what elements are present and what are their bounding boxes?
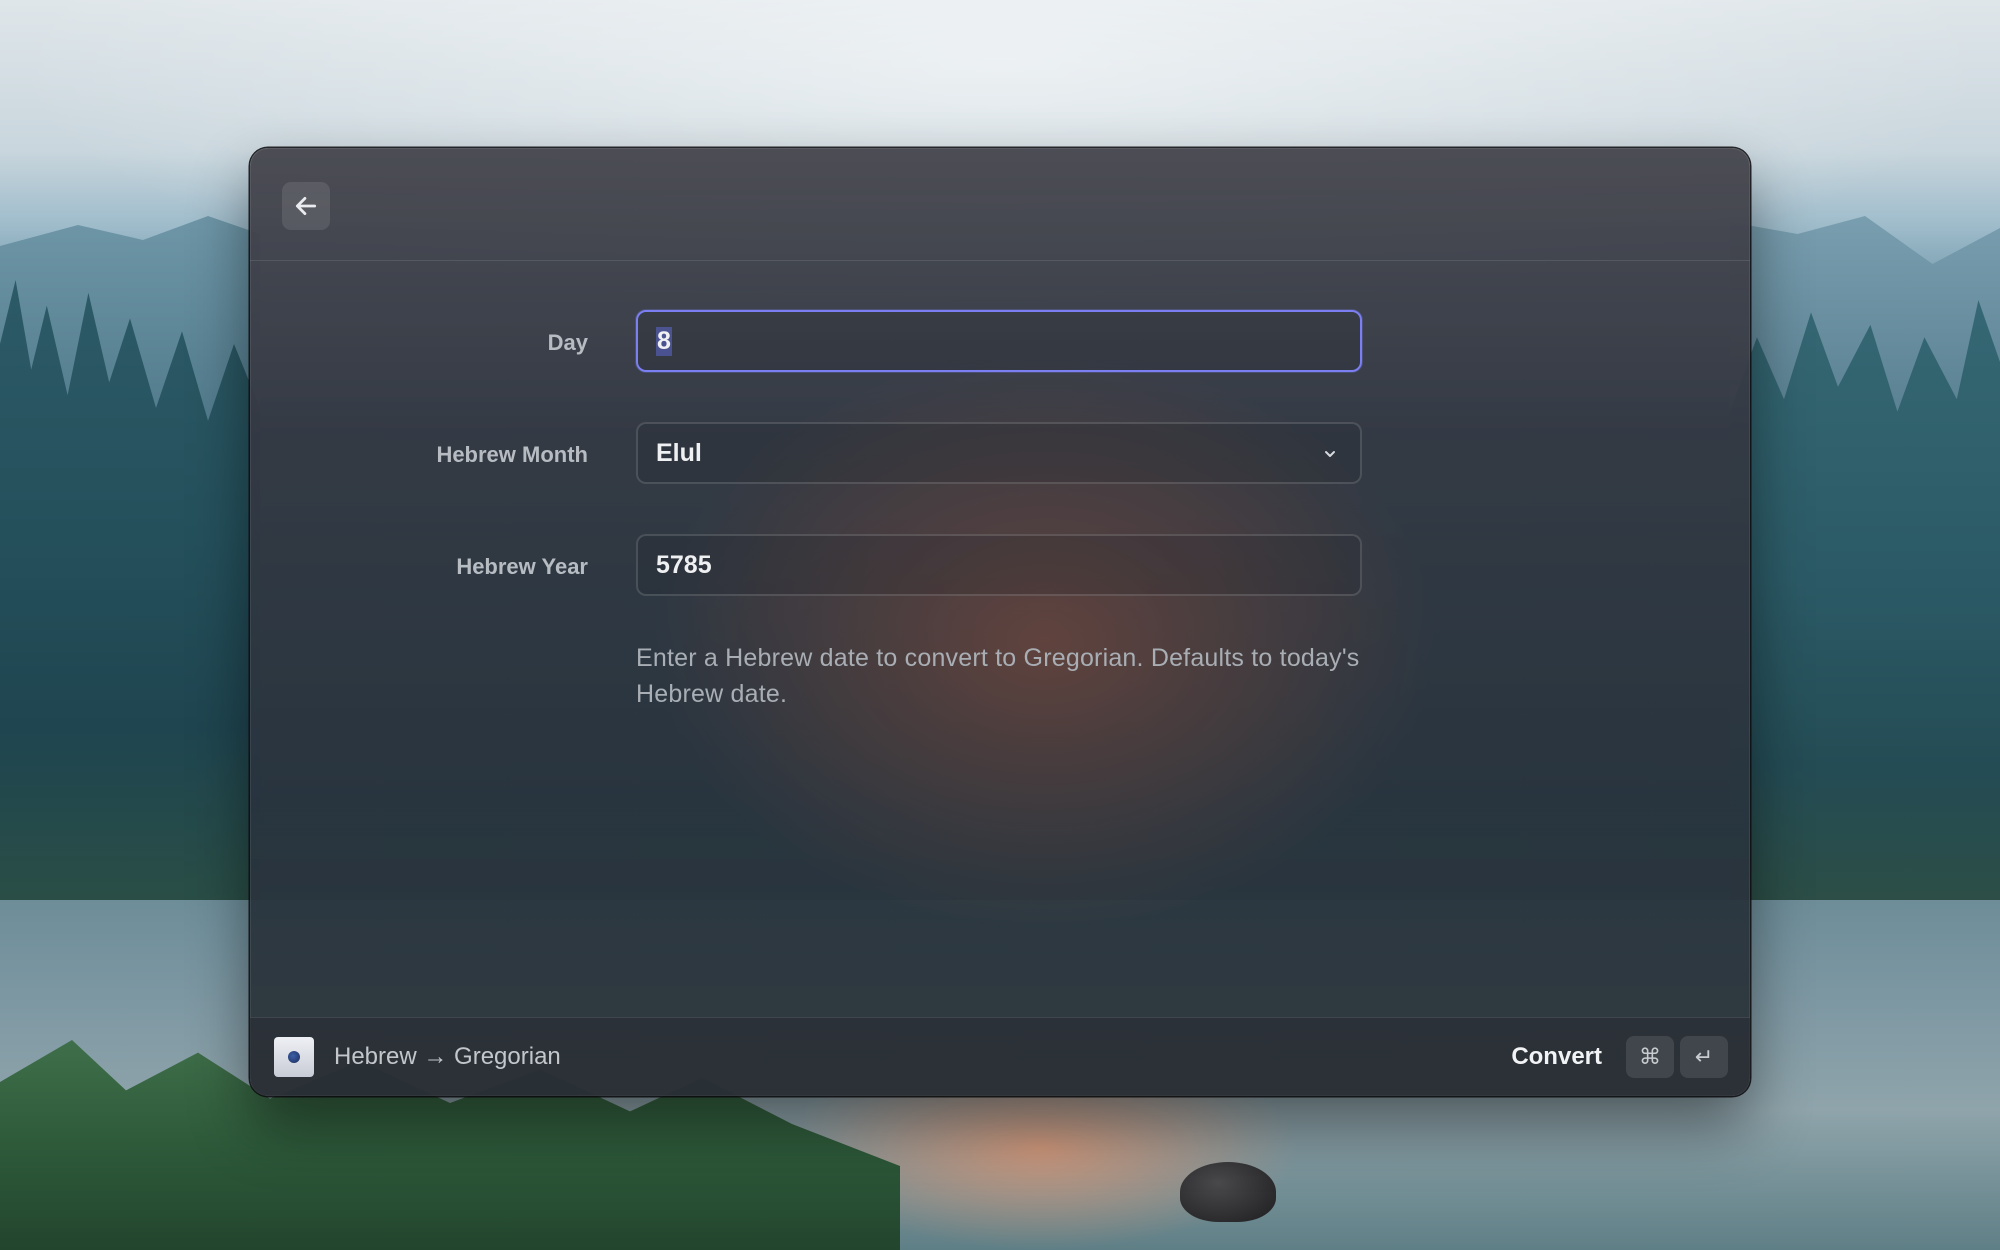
day-input[interactable]: 8: [636, 310, 1362, 372]
enter-key-hint: ↵: [1680, 1036, 1728, 1078]
helper-text: Enter a Hebrew date to convert to Gregor…: [636, 644, 1360, 708]
app-icon: [274, 1037, 314, 1077]
footer-command-title: Hebrew → Gregorian: [334, 1043, 561, 1070]
month-label: Hebrew Month: [436, 442, 588, 467]
chevron-down-icon: [1325, 451, 1335, 457]
wallpaper-rock: [1180, 1162, 1276, 1222]
converter-window: Day 8 Hebrew Month Elul Hebrew Year 5785…: [250, 148, 1750, 1096]
year-row: Hebrew Year 5785: [250, 534, 1750, 600]
command-key-hint: ⌘: [1626, 1036, 1674, 1078]
month-row: Hebrew Month Elul: [250, 422, 1750, 488]
year-input-value: 5785: [656, 550, 712, 579]
arrow-left-icon: [295, 197, 317, 215]
desktop-wallpaper: Day 8 Hebrew Month Elul Hebrew Year 5785…: [0, 0, 2000, 1250]
day-input-value: 8: [656, 326, 672, 356]
day-label: Day: [547, 330, 588, 355]
wallpaper-trees-right: [1730, 300, 2000, 920]
month-select[interactable]: Elul: [636, 422, 1362, 484]
year-input[interactable]: 5785: [636, 534, 1362, 596]
convert-button[interactable]: Convert: [1511, 1018, 1602, 1096]
back-button[interactable]: [282, 182, 330, 230]
window-footer: Hebrew → Gregorian Convert ⌘ ↵: [250, 1017, 1750, 1096]
window-header: [250, 148, 1750, 261]
day-row: Day 8: [250, 310, 1750, 376]
app-icon-dot: [288, 1051, 300, 1063]
month-select-value: Elul: [656, 438, 702, 467]
year-label: Hebrew Year: [456, 554, 588, 579]
